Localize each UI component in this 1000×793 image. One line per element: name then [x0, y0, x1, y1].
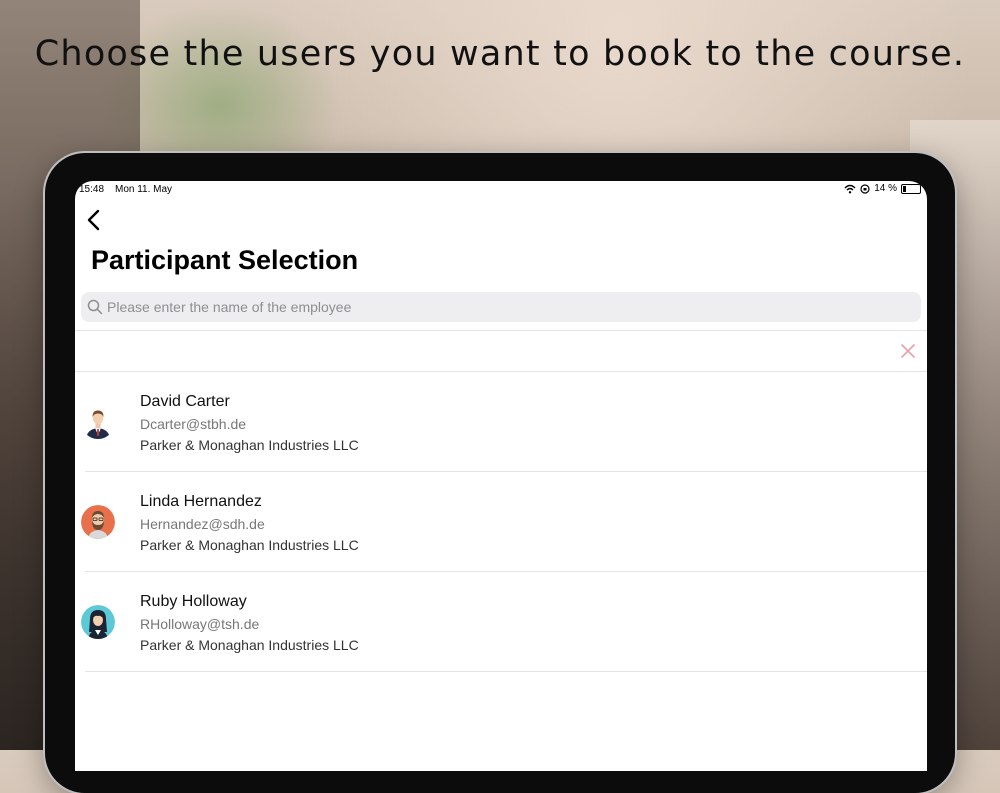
- promo-headline: Choose the users you want to book to the…: [34, 34, 966, 74]
- participant-name: Ruby Holloway: [140, 593, 247, 610]
- man-in-suit-avatar: [81, 405, 115, 439]
- divider: [75, 330, 927, 331]
- participant-email: Dcarter@stbh.de: [140, 416, 247, 432]
- page-title: Participant Selection: [91, 245, 359, 275]
- participant-row[interactable]: Linda Hernandez Hernandez@sdh.de Parker …: [75, 472, 927, 572]
- woman-avatar: [81, 605, 115, 639]
- row-separator: [85, 671, 927, 672]
- battery-percent: 14 %: [874, 183, 897, 194]
- participant-email: RHolloway@tsh.de: [140, 616, 260, 632]
- status-bar: 15:48 Mon 11. May 14 %: [75, 181, 927, 199]
- orientation-lock-icon: [860, 183, 870, 194]
- search-input[interactable]: [107, 292, 907, 322]
- search-icon: [87, 299, 103, 315]
- participant-row[interactable]: Ruby Holloway RHolloway@tsh.de Parker & …: [75, 572, 927, 672]
- bearded-man-avatar: [81, 505, 115, 539]
- search-bar[interactable]: [81, 292, 921, 322]
- wifi-icon: [844, 184, 856, 193]
- participant-name: Linda Hernandez: [140, 493, 262, 510]
- status-date: Mon 11. May: [115, 184, 173, 195]
- participant-company: Parker & Monaghan Industries LLC: [140, 637, 359, 653]
- participant-name: David Carter: [140, 393, 230, 410]
- app-screen: 15:48 Mon 11. May 14 % Participant Selec…: [75, 181, 927, 771]
- participant-company: Parker & Monaghan Industries LLC: [140, 537, 359, 553]
- status-indicators: 14 %: [844, 183, 921, 194]
- participant-email: Hernandez@sdh.de: [140, 516, 265, 532]
- back-chevron-icon[interactable]: [83, 207, 107, 233]
- battery-icon: [901, 183, 921, 194]
- close-icon[interactable]: [899, 342, 917, 360]
- status-time: 15:48: [79, 184, 105, 195]
- participant-row[interactable]: David Carter Dcarter@stbh.de Parker & Mo…: [75, 372, 927, 472]
- participant-company: Parker & Monaghan Industries LLC: [140, 437, 359, 453]
